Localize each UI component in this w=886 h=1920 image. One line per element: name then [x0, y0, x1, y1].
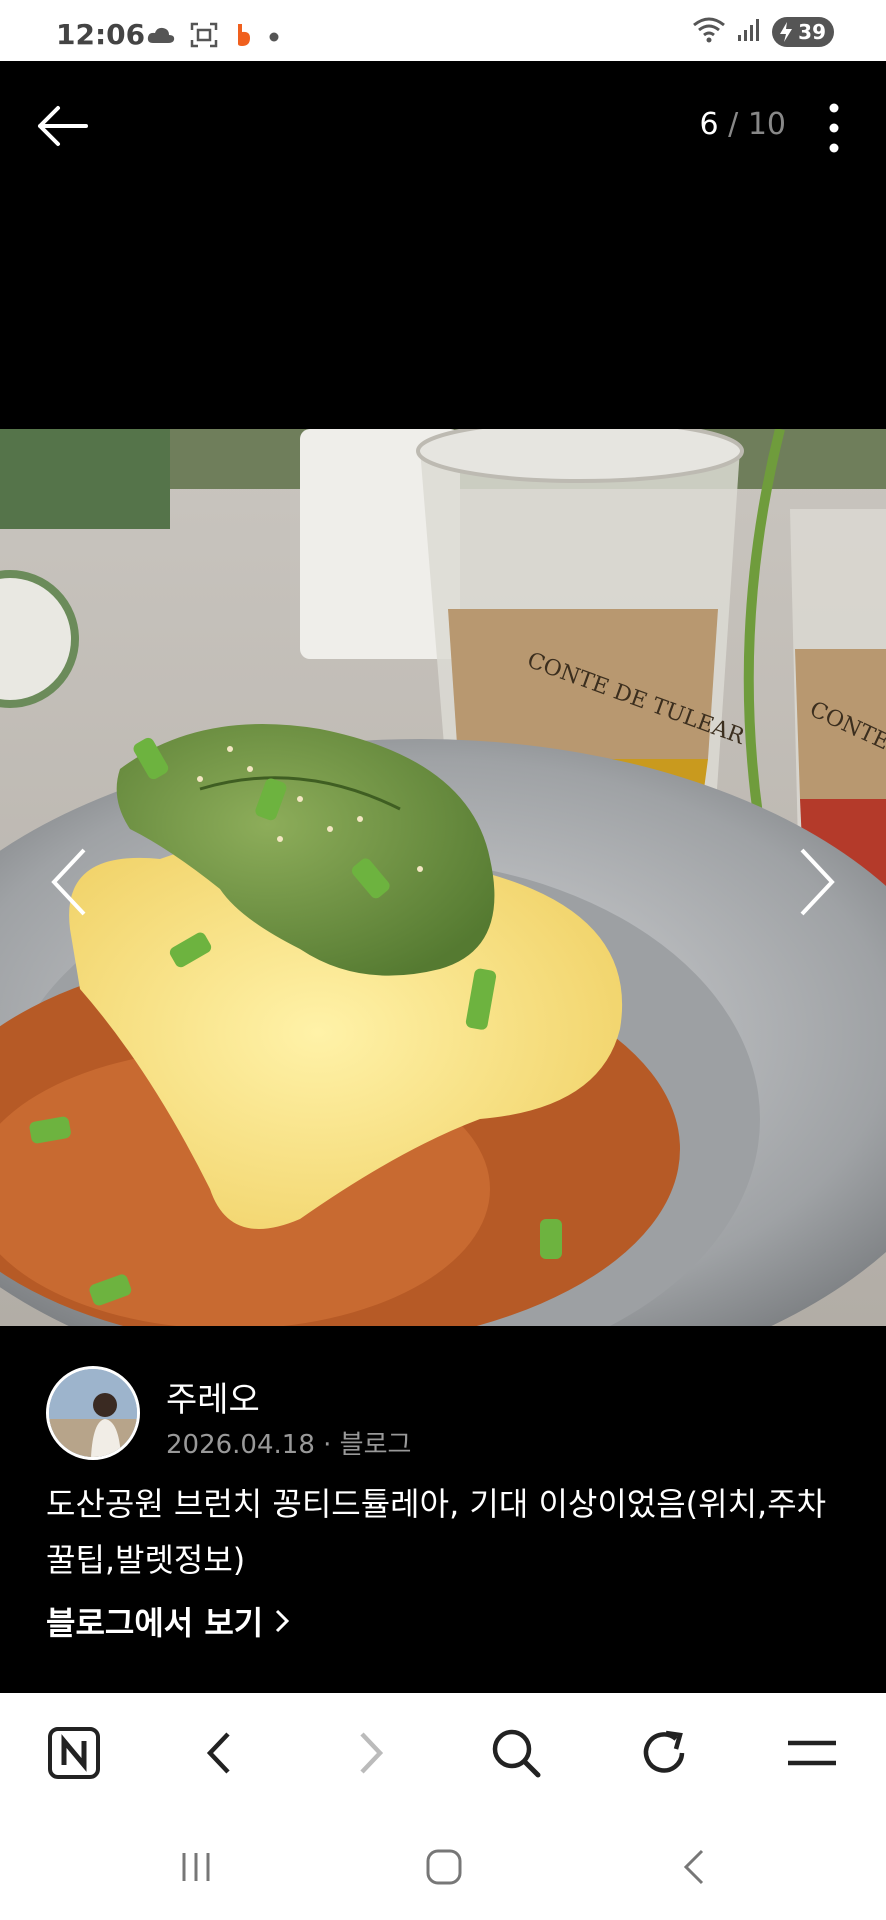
wifi-icon — [692, 17, 726, 47]
forward-icon — [360, 1732, 384, 1774]
naver-home-button[interactable] — [42, 1721, 106, 1785]
recent-apps-icon — [182, 1853, 210, 1881]
search-icon — [492, 1729, 541, 1778]
battery-level: 39 — [798, 20, 826, 44]
current-page: 6 — [699, 107, 719, 142]
next-photo-button[interactable] — [776, 830, 856, 930]
avatar-image — [49, 1369, 137, 1457]
home-icon — [426, 1849, 462, 1885]
status-icons-left — [146, 22, 280, 52]
back-icon — [206, 1732, 230, 1774]
system-back-button[interactable] — [664, 1839, 724, 1895]
viewer-header: 6 / 10 — [0, 61, 886, 191]
author-name[interactable]: 주레오 — [166, 1372, 260, 1421]
system-navigation-bar — [0, 1813, 886, 1920]
status-icons-right: 39 — [692, 17, 834, 47]
total-pages: 10 — [747, 107, 786, 142]
back-button[interactable] — [36, 101, 96, 151]
post-info: 주레오 2026.04.18 · 블로그 도산공원 브런치 꽁티드튤레아, 기대… — [0, 1326, 886, 1693]
dot-icon — [268, 28, 280, 47]
menu-button[interactable] — [780, 1721, 844, 1785]
refresh-button[interactable] — [632, 1721, 696, 1785]
system-back-icon — [683, 1849, 704, 1885]
post-title: 도산공원 브런치 꽁티드튤레아, 기대 이상이었음(위치,주차꿀팁,발렛정보) — [46, 1485, 827, 1579]
screenshot-icon — [190, 22, 218, 52]
more-vertical-icon — [829, 103, 839, 153]
arrow-left-icon — [38, 106, 88, 146]
post-meta: 2026.04.18 · 블로그 — [166, 1424, 411, 1461]
food-photo-illustration: CONTE DE TULEAR CONTE TUL — [0, 429, 886, 1326]
browser-toolbar — [0, 1693, 886, 1813]
post-date: 2026.04.18 — [166, 1430, 315, 1460]
browser-forward-button[interactable] — [338, 1721, 402, 1785]
page-separator: / — [728, 107, 739, 142]
search-button[interactable] — [484, 1721, 548, 1785]
recent-apps-button[interactable] — [166, 1839, 226, 1895]
view-on-blog-label: 블로그에서 보기 — [46, 1604, 264, 1642]
chevron-right-small-icon — [276, 1609, 290, 1633]
meta-separator: · — [323, 1430, 332, 1460]
view-on-blog-link[interactable]: 블로그에서 보기 — [46, 1598, 291, 1644]
refresh-icon — [643, 1730, 685, 1773]
home-button[interactable] — [414, 1839, 474, 1895]
more-options-button[interactable] — [822, 101, 846, 155]
previous-photo-button[interactable] — [30, 830, 110, 930]
status-time: 12:06 — [56, 18, 146, 51]
browser-back-button[interactable] — [188, 1721, 252, 1785]
post-photo: CONTE DE TULEAR CONTE TUL — [0, 429, 886, 1326]
post-source: 블로그 — [339, 1430, 412, 1460]
app-notification-icon — [232, 22, 254, 52]
chevron-left-icon — [51, 848, 86, 916]
battery-icon: 39 — [772, 17, 834, 47]
status-bar: 12:06 39 — [0, 0, 886, 61]
page-counter: 6 / 10 — [700, 107, 786, 142]
cloud-icon — [146, 25, 176, 49]
chevron-right-icon — [800, 848, 835, 916]
author-avatar[interactable] — [46, 1366, 140, 1460]
menu-icon — [788, 1740, 836, 1766]
naver-home-icon — [48, 1727, 100, 1779]
signal-icon — [736, 17, 762, 47]
